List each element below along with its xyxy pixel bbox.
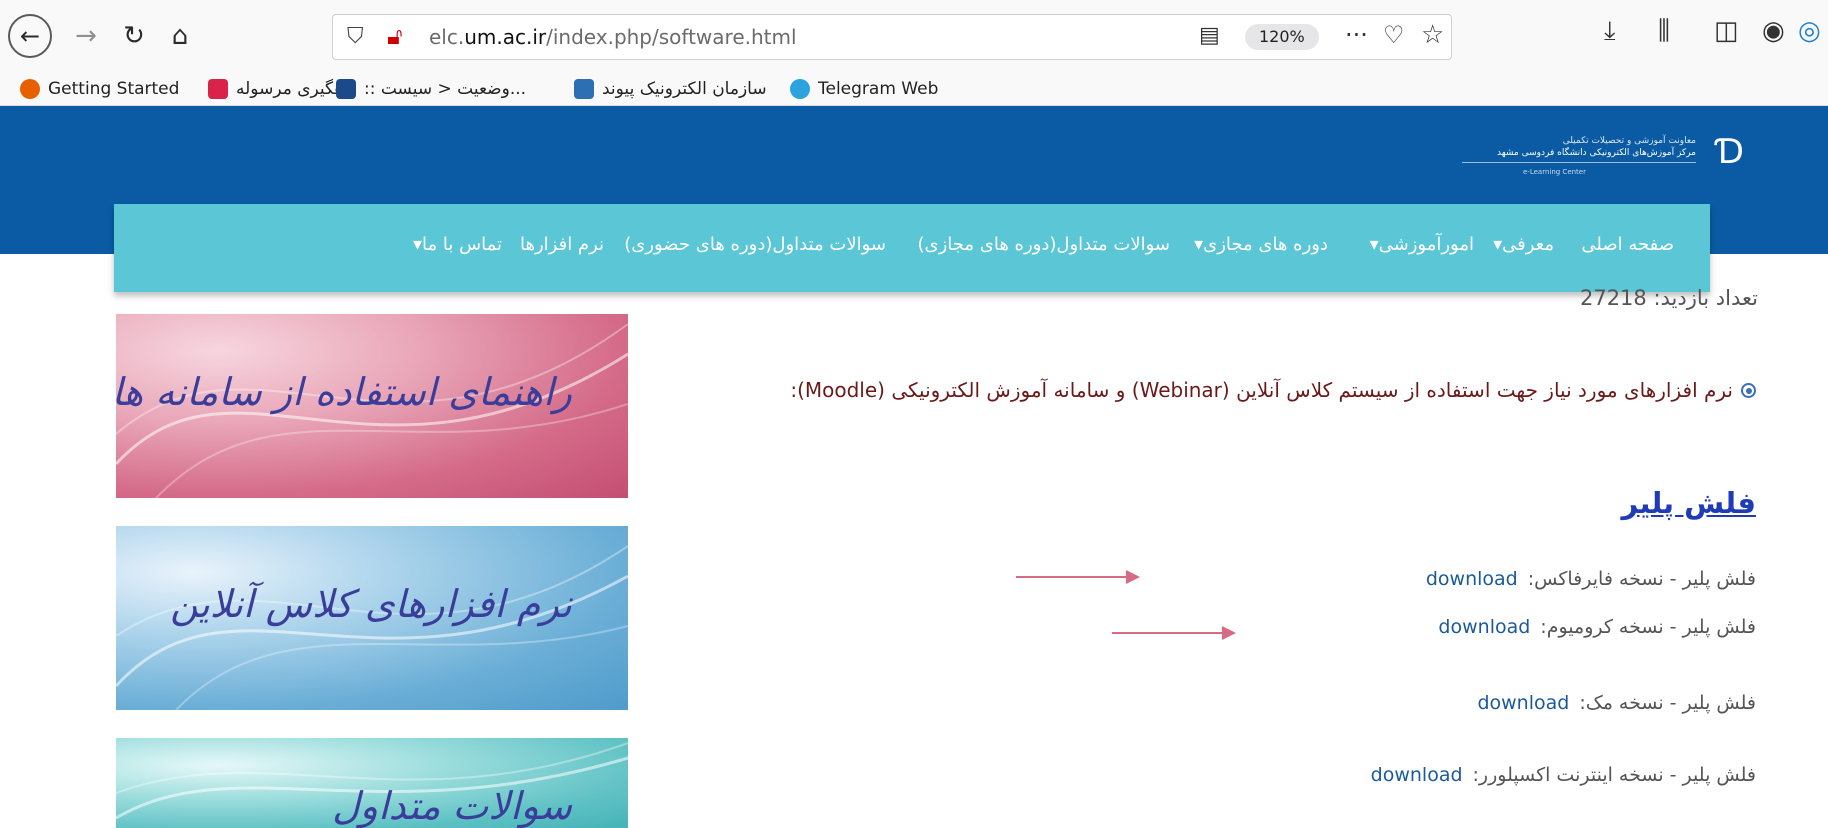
visit-counter: تعداد بازدید: 27218 xyxy=(1579,286,1758,310)
shield-icon[interactable]: ⛉ xyxy=(347,24,364,49)
annotation-arrow-2 xyxy=(1112,626,1236,640)
extension-icon[interactable]: ◎ xyxy=(1798,16,1821,46)
reload-icon: ↻ xyxy=(123,21,145,51)
zoom-level-badge[interactable]: 120% xyxy=(1245,24,1319,50)
download-icon[interactable]: ⤓ xyxy=(1604,16,1616,47)
bookmark-parcel-tracking[interactable]: رهگیری مرسوله xyxy=(208,76,352,102)
url-bar[interactable]: ⛉ 🔓︎ elc.um.ac.ir/index.php/software.htm… xyxy=(332,14,1452,60)
arrow-left-icon: ← xyxy=(19,22,41,50)
banner-online-class-software[interactable]: نرم افزارهای کلاس آنلاین xyxy=(116,526,628,710)
banner-faq[interactable]: سوالات متداول xyxy=(116,738,628,828)
bookmarks-bar: Getting Started رهگیری مرسوله :: وضعیت <… xyxy=(0,72,1828,106)
university-emblem-icon: Ɗ xyxy=(1716,132,1744,172)
download-row-chromium: فلش پلیر - نسخه کرومیوم:download xyxy=(1438,616,1756,638)
main-nav: صفحه اصلی معرفی▾ امورآموزشی▾ دوره های مج… xyxy=(114,204,1710,292)
back-button[interactable]: ← xyxy=(8,14,52,58)
insecure-lock-icon[interactable]: 🔓︎ xyxy=(387,22,403,50)
peyvand-icon xyxy=(574,79,594,99)
telegram-icon xyxy=(790,79,810,99)
intro-text: نرم افزارهای مورد نیاز جهت استفاده از سی… xyxy=(736,368,1756,412)
nav-contact[interactable]: تماس با ما▾ xyxy=(413,234,502,255)
download-row-ie: فلش پلیر - نسخه اینترنت اکسپلورر:downloa… xyxy=(1370,764,1756,786)
university-icon xyxy=(336,79,356,99)
reader-view-icon[interactable]: ▤ xyxy=(1199,23,1220,48)
bookmark-system-status[interactable]: :: وضعیت < سیست... xyxy=(336,76,526,102)
download-row-firefox: فلش پلیر - نسخه فایرفاکس:download xyxy=(1425,568,1756,590)
account-icon[interactable]: ◉ xyxy=(1762,16,1785,46)
nav-education[interactable]: امورآموزشی▾ xyxy=(1370,234,1474,255)
pocket-icon[interactable]: ♡ xyxy=(1383,21,1405,49)
download-link-mac[interactable]: download xyxy=(1477,692,1569,714)
bookmark-peyvand[interactable]: سازمان الکترونیک پیوند xyxy=(574,76,767,102)
arrow-right-icon: → xyxy=(75,21,97,51)
firefox-icon xyxy=(20,79,40,99)
sidebar-icon[interactable]: ◫ xyxy=(1714,16,1739,46)
post-icon xyxy=(208,79,228,99)
nav-home[interactable]: صفحه اصلی xyxy=(1581,234,1674,255)
forward-button[interactable]: → xyxy=(66,14,106,58)
reload-button[interactable]: ↻ xyxy=(114,14,154,58)
annotation-arrow-1 xyxy=(1016,570,1140,584)
flash-player-heading-link[interactable]: فلش پلیر xyxy=(1621,486,1756,520)
nav-software[interactable]: نرم افزارها xyxy=(520,234,604,255)
banner-user-guide[interactable]: راهنمای استفاده از سامانه ها xyxy=(116,314,628,498)
download-link-ie[interactable]: download xyxy=(1371,764,1463,786)
more-actions-icon[interactable]: ··· xyxy=(1345,21,1368,49)
nav-faq-inperson[interactable]: سوالات متداول(دوره های حضوری) xyxy=(624,234,886,255)
bookmark-star-icon[interactable]: ☆ xyxy=(1421,20,1444,50)
download-row-mac: فلش پلیر - نسخه مک:download xyxy=(1477,692,1756,714)
library-icon[interactable]: ⫼ xyxy=(1658,16,1670,47)
nav-virtual-courses[interactable]: دوره های مجازی▾ xyxy=(1194,234,1328,255)
nav-faq-virtual[interactable]: سوالات متداول(دوره های مجازی) xyxy=(917,234,1170,255)
nav-about[interactable]: معرفی▾ xyxy=(1493,234,1554,255)
bullet-icon xyxy=(1741,383,1756,398)
home-button[interactable]: ⌂ xyxy=(160,14,200,58)
bookmark-getting-started[interactable]: Getting Started xyxy=(20,76,179,102)
url-text[interactable]: elc.um.ac.ir/index.php/software.html xyxy=(429,25,797,49)
download-link-chromium[interactable]: download xyxy=(1438,616,1530,638)
bookmark-telegram[interactable]: Telegram Web xyxy=(790,76,938,102)
home-icon: ⌂ xyxy=(171,21,189,51)
site-logo[interactable]: معاونت آموزشی و تحصیلات تکمیلی مرکز آموز… xyxy=(1462,128,1752,178)
browser-toolbar: ← → ↻ ⌂ ⛉ 🔓︎ elc.um.ac.ir/index.php/soft… xyxy=(0,0,1828,72)
download-link-firefox[interactable]: download xyxy=(1426,568,1518,590)
